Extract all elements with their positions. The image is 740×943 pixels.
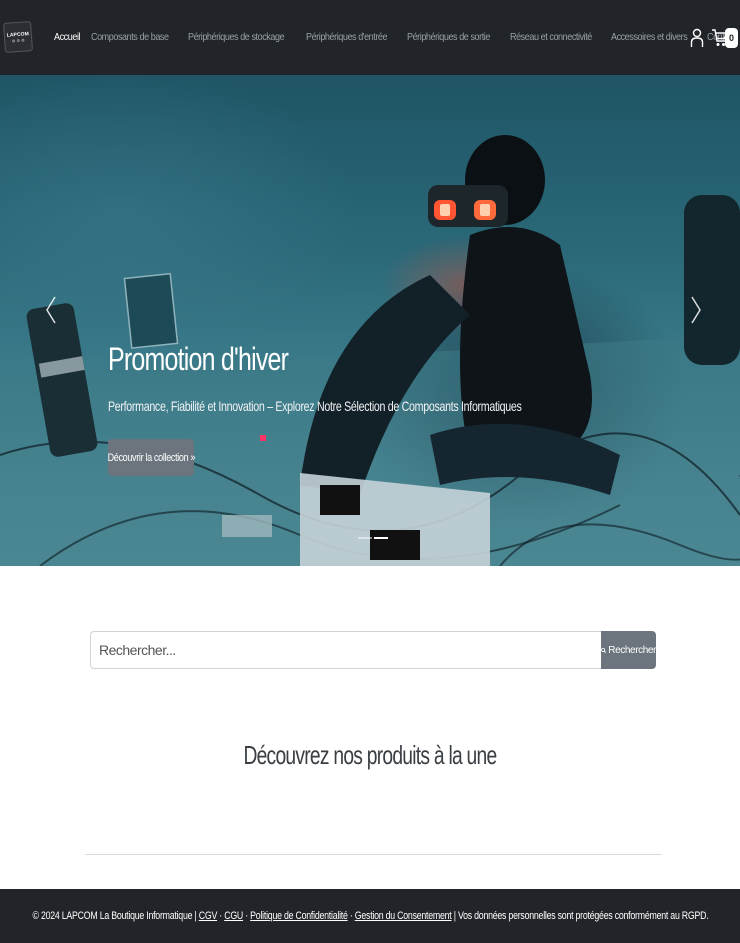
nav-item-peripheriques-de-sortie[interactable]: Périphériques de sortie <box>407 31 490 43</box>
nav-item-peripheriques-de-stockage[interactable]: Périphériques de stockage <box>188 31 285 43</box>
nav-item-composants-de-base[interactable]: Composants de base <box>91 31 169 43</box>
footer: © 2024 LAPCOM La Boutique Informatique |… <box>0 889 740 943</box>
footer-text: © 2024 LAPCOM La Boutique Informatique |… <box>32 910 708 922</box>
navbar: LAPCOM ⚙ ⚙ ⚙ Accueil Composants de base … <box>0 0 740 75</box>
footer-link-cgv[interactable]: CGV <box>198 910 217 922</box>
hero-subtitle: Performance, Fiabilité et Innovation – E… <box>108 398 522 414</box>
discover-collection-button[interactable]: Découvrir la collection » <box>107 439 195 476</box>
search-input[interactable] <box>90 631 601 669</box>
nav-item-accessoires-et-divers[interactable]: Accessoires et divers <box>611 31 688 43</box>
brand-logo-gears: ⚙ ⚙ ⚙ <box>11 37 25 43</box>
footer-separator: · <box>218 910 222 922</box>
search-button[interactable]: Rechercher <box>601 631 656 669</box>
footer-rgpd-notice: | Vos données personnelles sont protégée… <box>453 910 708 922</box>
footer-separator: · <box>244 910 248 922</box>
nav-item-accueil[interactable]: Accueil <box>54 31 81 43</box>
featured-heading-text: Découvrez nos produits à la une <box>243 740 497 770</box>
brand-logo[interactable]: LAPCOM ⚙ ⚙ ⚙ <box>2 21 34 53</box>
section-divider <box>85 854 662 855</box>
hero-carousel: Promotion d'hiver Performance, Fiabilité… <box>0 75 740 566</box>
carousel-prev-icon[interactable] <box>41 295 61 325</box>
nav-item-peripheriques-d-entree[interactable]: Périphériques d'entrée <box>306 31 388 43</box>
search-form: Rechercher <box>90 631 656 669</box>
hero-title: Promotion d'hiver <box>108 341 289 377</box>
carousel-indicators <box>358 537 388 539</box>
search-icon <box>601 647 607 653</box>
carousel-indicator-2[interactable] <box>374 537 388 539</box>
footer-link-consent[interactable]: Gestion du Consentement <box>354 910 451 922</box>
discover-collection-label: Découvrir la collection » <box>107 451 195 464</box>
footer-link-privacy[interactable]: Politique de Confidentialité <box>250 910 348 922</box>
search-button-label: Rechercher <box>608 644 656 656</box>
user-icon[interactable] <box>689 27 705 49</box>
footer-link-cgu[interactable]: CGU <box>224 910 243 922</box>
featured-heading: Découvrez nos produits à la une <box>0 740 740 771</box>
hero-background-illustration <box>0 135 740 566</box>
footer-copyright: © 2024 LAPCOM La Boutique Informatique | <box>32 910 197 922</box>
carousel-next-icon[interactable] <box>686 295 706 325</box>
footer-separator: · <box>349 910 353 922</box>
cart-count-badge[interactable]: 0 <box>725 28 738 48</box>
carousel-indicator-1[interactable] <box>358 537 372 539</box>
nav-item-reseau-et-connectivite[interactable]: Réseau et connectivité <box>510 31 592 43</box>
main-menu: Accueil Composants de base Périphériques… <box>54 31 740 43</box>
